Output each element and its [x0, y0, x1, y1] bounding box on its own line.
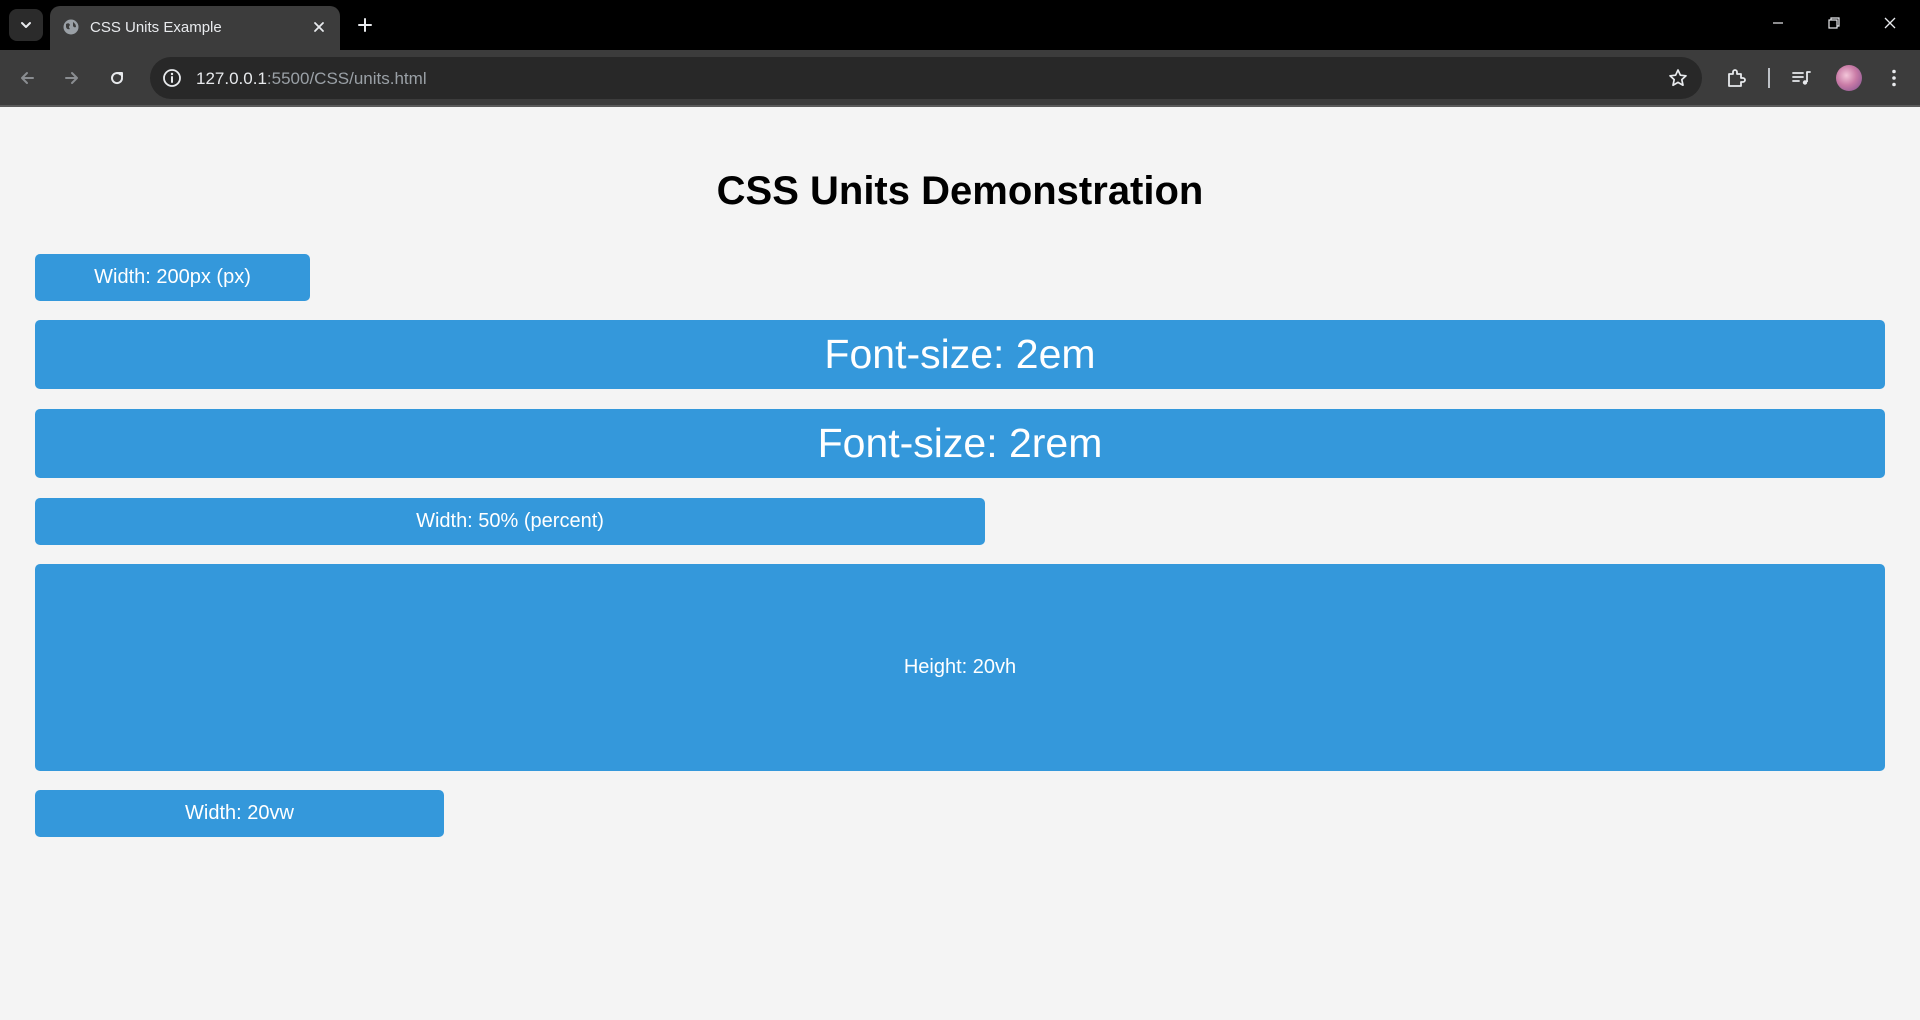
- back-button[interactable]: [11, 62, 43, 94]
- restore-icon: [1828, 17, 1840, 29]
- site-info-button[interactable]: [160, 66, 184, 90]
- px-width-box: Width: 200px (px): [35, 254, 310, 301]
- tab-strip: CSS Units Example: [0, 0, 1920, 50]
- chevron-down-icon: [21, 22, 31, 28]
- url-host: 127.0.0.1: [196, 69, 267, 88]
- minimize-button[interactable]: [1750, 0, 1806, 46]
- star-icon: [1669, 69, 1687, 87]
- toolbar-divider: [1768, 68, 1770, 88]
- vh-height-box: Height: 20vh: [35, 564, 1885, 771]
- profile-avatar[interactable]: [1836, 65, 1862, 91]
- forward-button[interactable]: [56, 62, 88, 94]
- bookmark-button[interactable]: [1666, 66, 1690, 90]
- reload-icon: [111, 72, 124, 85]
- em-font-size-box: Font-size: 2em: [35, 320, 1885, 389]
- arrow-right-icon: [65, 72, 78, 84]
- rem-font-size-box: Font-size: 2rem: [35, 409, 1885, 478]
- tab-title: CSS Units Example: [90, 19, 222, 36]
- close-tab-button[interactable]: [310, 18, 328, 36]
- more-vertical-icon: [1892, 69, 1896, 87]
- close-icon: [1884, 17, 1896, 29]
- queue-music-icon: [1792, 71, 1811, 85]
- minimize-icon: [1773, 22, 1783, 24]
- media-control-button[interactable]: [1787, 64, 1815, 92]
- plus-icon: [358, 18, 372, 32]
- address-bar[interactable]: 127.0.0.1:5500/CSS/units.html: [150, 57, 1702, 99]
- arrow-left-icon: [21, 72, 34, 84]
- browser-toolbar: 127.0.0.1:5500/CSS/units.html: [0, 50, 1920, 107]
- percent-width-box: Width: 50% (percent): [35, 498, 985, 545]
- url-path: :5500/CSS/units.html: [266, 69, 427, 88]
- info-icon: [163, 69, 181, 87]
- reload-button[interactable]: [101, 62, 133, 94]
- restore-button[interactable]: [1806, 0, 1862, 46]
- browser-menu-button[interactable]: [1880, 64, 1908, 92]
- close-icon: [314, 22, 324, 32]
- close-window-button[interactable]: [1862, 0, 1918, 46]
- tab-search-button[interactable]: [9, 9, 43, 41]
- page-title: CSS Units Demonstration: [716, 169, 1204, 213]
- vw-width-box: Width: 20vw: [35, 790, 444, 837]
- page-content: CSS Units Demonstration Width: 200px (px…: [0, 109, 1920, 1020]
- puzzle-icon: [1728, 69, 1746, 87]
- new-tab-button[interactable]: [352, 12, 378, 38]
- url-text[interactable]: 127.0.0.1:5500/CSS/units.html: [196, 69, 427, 89]
- extensions-button[interactable]: [1722, 64, 1750, 92]
- globe-icon: [63, 19, 79, 35]
- browser-tab[interactable]: CSS Units Example: [50, 6, 340, 50]
